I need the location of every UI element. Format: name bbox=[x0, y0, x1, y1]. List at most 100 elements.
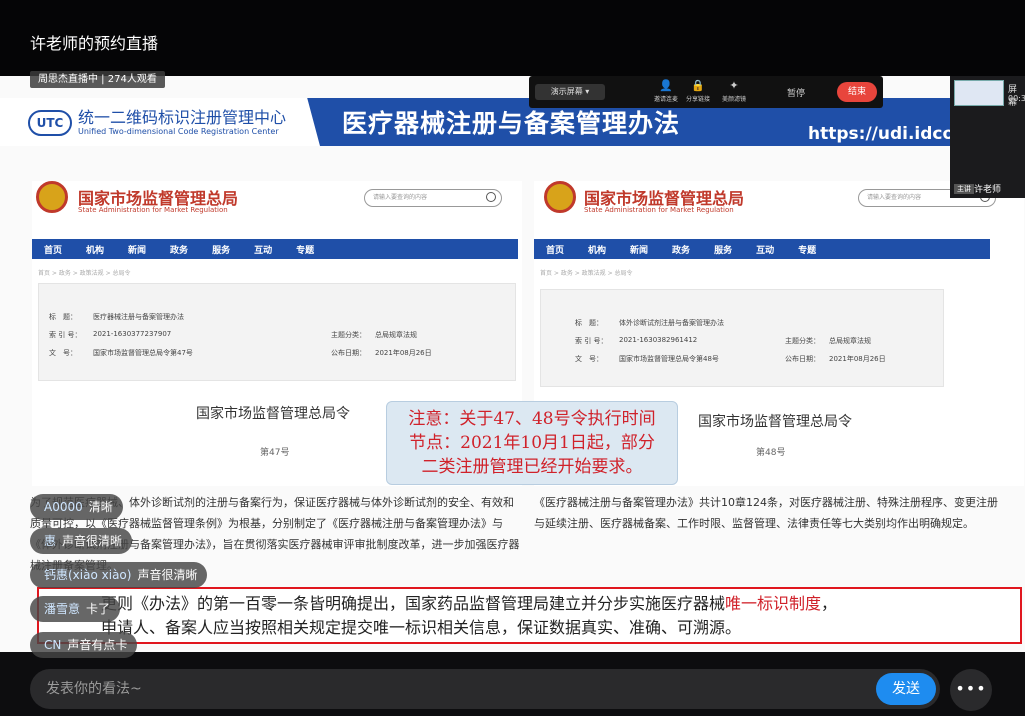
info-title: 体外诊断试剂注册与备案管理办法 bbox=[619, 319, 724, 327]
highlight-text: 更则《办法》的第一百零一条皆明确提出，国家药品监督管理局建立并分步实施医疗器械 bbox=[101, 594, 726, 613]
share-screen-dropdown[interactable]: 演示屏幕 ▾ bbox=[535, 84, 605, 100]
utc-logo: UTC bbox=[28, 110, 72, 136]
live-status-badge: 周思杰直播中 | 274人观看 bbox=[30, 71, 165, 88]
comment-user: CN bbox=[44, 638, 62, 652]
udi-highlight-box: 更则《办法》的第一百零一条皆明确提出，国家药品监督管理局建立并分步实施医疗器械唯… bbox=[37, 587, 1022, 644]
right-body-text: 《医疗器械注册与备案管理办法》共计10章124条，对医疗器械注册、特殊注册程序、… bbox=[534, 496, 998, 530]
host-toolbar: 演示屏幕 ▾ 👤 邀请连麦 🔒 分享链接 ✦ 美颜滤镜 暂停 结束 bbox=[529, 76, 883, 108]
search-icon bbox=[486, 192, 496, 202]
info-doc-label: 文 号： bbox=[49, 349, 77, 357]
nav-home: 首页 bbox=[44, 245, 63, 256]
nav-topic: 专题 bbox=[798, 245, 817, 256]
chat-comment: 钙惠(xiào xiào) 声音很清晰 bbox=[30, 562, 208, 588]
nav-home: 首页 bbox=[546, 245, 565, 256]
presenter-name: 许老师 bbox=[974, 185, 1002, 195]
breadcrumb: 首页 > 政务 > 政策法规 > 总局令 bbox=[540, 270, 633, 277]
nav-news: 新闻 bbox=[630, 245, 649, 256]
comment-text: 卡了 bbox=[86, 602, 111, 616]
decree-title: 国家市场监督管理总局令 bbox=[698, 414, 852, 430]
more-options-button[interactable]: ••• bbox=[950, 669, 992, 711]
national-emblem-icon bbox=[36, 181, 68, 213]
comment-text: 声音有点卡 bbox=[67, 638, 128, 652]
comment-user: 潘雪意 bbox=[44, 602, 81, 616]
nav-service: 服务 bbox=[212, 245, 231, 256]
chat-comment: 惠声音很清晰 bbox=[30, 528, 133, 554]
send-button[interactable]: 发送 bbox=[876, 673, 936, 705]
presenter-pip-window[interactable]: 屏幕 00:32 主讲 许老师 bbox=[950, 76, 1025, 198]
pause-button[interactable]: 暂停 bbox=[787, 86, 805, 99]
nav-interact: 互动 bbox=[756, 245, 775, 256]
nav-topic: 专题 bbox=[296, 245, 315, 256]
share-link-label: 分享链接 bbox=[685, 96, 710, 103]
search-placeholder: 请输入要查询的内容 bbox=[373, 194, 428, 201]
invite-mic-button[interactable]: 👤 邀请连麦 bbox=[649, 79, 683, 103]
info-date-label: 公布日期： bbox=[785, 355, 820, 363]
nav-org: 机构 bbox=[588, 245, 607, 256]
info-index-label: 索 引 号： bbox=[575, 337, 608, 345]
breadcrumb: 首页 > 政务 > 政策法规 > 总局令 bbox=[38, 270, 131, 277]
info-topic: 总局规章法规 bbox=[375, 331, 417, 339]
org-name-cn: 统一二维码标识注册管理中心 bbox=[78, 108, 287, 127]
nav-news: 新闻 bbox=[128, 245, 147, 256]
chat-comment: A0000 清晰 bbox=[30, 494, 123, 520]
note-line-1: 注意：关于47、48号令执行时间 bbox=[408, 409, 656, 429]
highlight-punct: ， bbox=[821, 594, 838, 613]
info-index: 2021-1630382961412 bbox=[619, 336, 698, 344]
national-emblem-icon bbox=[544, 181, 576, 213]
end-stream-button[interactable]: 结束 bbox=[837, 82, 877, 102]
note-line-2: 节点：2021年10月1日起，部分 bbox=[409, 433, 655, 453]
presenter-role-badge: 主讲 bbox=[954, 184, 974, 194]
comment-input[interactable] bbox=[46, 669, 846, 709]
slide-url: https://udi.idco bbox=[808, 124, 950, 144]
info-date-label: 公布日期： bbox=[331, 349, 366, 357]
chat-comment: CN 声音有点卡 bbox=[30, 632, 138, 658]
highlight-line-2: 申请人、备案人应当按照相关规定提交唯一标识相关信息，保证数据真实、准确、可溯源。 bbox=[101, 618, 742, 637]
info-date: 2021年08月26日 bbox=[375, 349, 432, 357]
nav-service: 服务 bbox=[714, 245, 733, 256]
info-doc: 国家市场监督管理总局令第48号 bbox=[619, 355, 719, 363]
banner-logo-area: UTC 统一二维码标识注册管理中心 Unified Two-dimensiona… bbox=[0, 98, 320, 146]
org-name-en: Unified Two-dimensional Code Registratio… bbox=[78, 127, 279, 136]
screen-thumbnail bbox=[954, 80, 1004, 106]
pip-timer: 00:32 bbox=[1008, 94, 1025, 103]
highlight-keyword: 唯一标识制度 bbox=[725, 594, 822, 613]
info-title-label: 标 题： bbox=[49, 313, 77, 321]
stream-title: 许老师的预约直播 bbox=[30, 34, 159, 53]
comment-input-bar[interactable] bbox=[30, 669, 940, 709]
comment-user: A0000 bbox=[44, 500, 83, 514]
chat-comment: 潘雪意 卡了 bbox=[30, 596, 121, 622]
comment-user: 钙惠(xiào xiào) bbox=[44, 568, 132, 582]
info-date: 2021年08月26日 bbox=[829, 355, 886, 363]
site-search-input: 请输入要查询的内容 bbox=[364, 189, 502, 207]
live-stream-viewer: 许老师的预约直播 周思杰直播中 | 274人观看 UTC 统一二维码标识注册管理… bbox=[0, 0, 1025, 716]
site-nav: 首页 机构 新闻 政务 服务 互动 专题 bbox=[32, 239, 518, 259]
beauty-filter-label: 美颜滤镜 bbox=[721, 96, 746, 103]
lock-icon: 🔒 bbox=[691, 79, 705, 92]
agency-name-en: State Administration for Market Regulati… bbox=[584, 206, 734, 214]
nav-interact: 互动 bbox=[254, 245, 273, 256]
slide-headline: 医疗器械注册与备案管理办法 bbox=[342, 109, 681, 138]
share-link-button[interactable]: 🔒 分享链接 bbox=[681, 79, 715, 103]
info-title-label: 标 题： bbox=[575, 319, 603, 327]
comment-text: 清晰 bbox=[88, 500, 113, 514]
info-topic-label: 主题分类： bbox=[331, 331, 366, 339]
info-doc: 国家市场监督管理总局令第47号 bbox=[93, 349, 193, 357]
info-index-label: 索 引 号： bbox=[49, 331, 82, 339]
info-title: 医疗器械注册与备案管理办法 bbox=[93, 313, 184, 321]
decree-info-box: 标 题： 体外诊断试剂注册与备案管理办法 索 引 号： 2021-1630382… bbox=[540, 289, 944, 387]
info-index: 2021-1630377237907 bbox=[93, 330, 172, 338]
note-line-3: 二类注册管理已经开始要求。 bbox=[421, 457, 643, 477]
decree-number: 第48号 bbox=[756, 448, 786, 458]
beauty-filter-button[interactable]: ✦ 美颜滤镜 bbox=[717, 79, 751, 103]
invite-mic-label: 邀请连麦 bbox=[653, 96, 678, 103]
site-nav: 首页 机构 新闻 政务 服务 互动 专题 bbox=[534, 239, 990, 259]
agency-name-en: State Administration for Market Regulati… bbox=[78, 206, 228, 214]
nav-gov: 政务 bbox=[672, 245, 691, 256]
info-topic: 总局规章法规 bbox=[829, 337, 871, 345]
timing-note-callout: 注意：关于47、48号令执行时间 节点：2021年10月1日起，部分 二类注册管… bbox=[386, 401, 678, 485]
comment-user: 惠 bbox=[44, 534, 57, 548]
highlight-line-1: 更则《办法》的第一百零一条皆明确提出，国家药品监督管理局建立并分步实施医疗器械唯… bbox=[101, 592, 1020, 616]
info-doc-label: 文 号： bbox=[575, 355, 603, 363]
search-placeholder: 请输入要查询的内容 bbox=[867, 194, 922, 201]
info-topic-label: 主题分类： bbox=[785, 337, 820, 345]
